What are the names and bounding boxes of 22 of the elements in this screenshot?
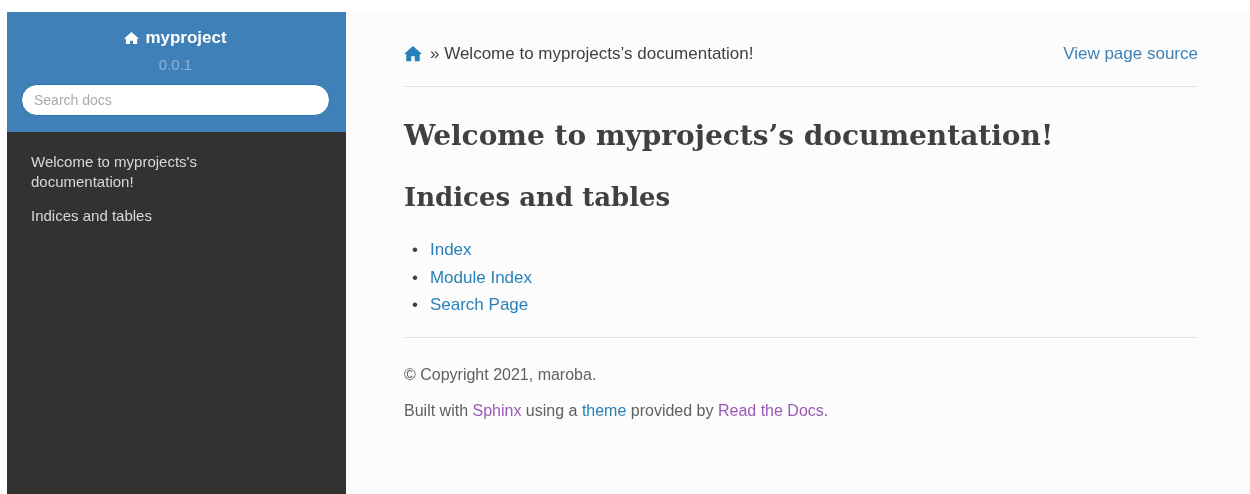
breadcrumb-text: » Welcome to myprojects’s documentation! — [430, 44, 754, 64]
home-icon[interactable] — [404, 46, 422, 62]
section-heading: Indices and tables — [404, 182, 672, 212]
nav-item[interactable]: Welcome to myprojects's documentation! — [31, 152, 231, 192]
list-link[interactable]: Index — [429, 236, 472, 264]
version-label: 0.0.1 — [158, 56, 193, 73]
footer-link[interactable]: theme — [581, 401, 627, 419]
list-link[interactable]: Search Page — [429, 291, 529, 319]
list-link[interactable]: Module Index — [429, 263, 533, 291]
footer-link[interactable]: Sphinx — [472, 401, 522, 419]
bullet: • — [412, 294, 418, 316]
search-field[interactable]: Search docs — [21, 84, 330, 116]
page-title: Welcome to myprojects’s documentation! — [404, 119, 1055, 152]
project-link[interactable]: myproject — [124, 28, 227, 48]
bullet: • — [412, 239, 418, 261]
copyright-text: © Copyright 2021, maroba. — [404, 365, 598, 384]
built-with-text: Built with Sphinx using a theme provided by Read the Docs. — [404, 401, 830, 420]
home-icon[interactable] — [124, 31, 140, 45]
footer-link[interactable]: Read the Docs — [717, 401, 824, 419]
view-source-link[interactable]: View page source — [1063, 44, 1198, 64]
bullet: • — [412, 266, 418, 289]
nav-item[interactable]: Indices and tables — [31, 206, 231, 226]
